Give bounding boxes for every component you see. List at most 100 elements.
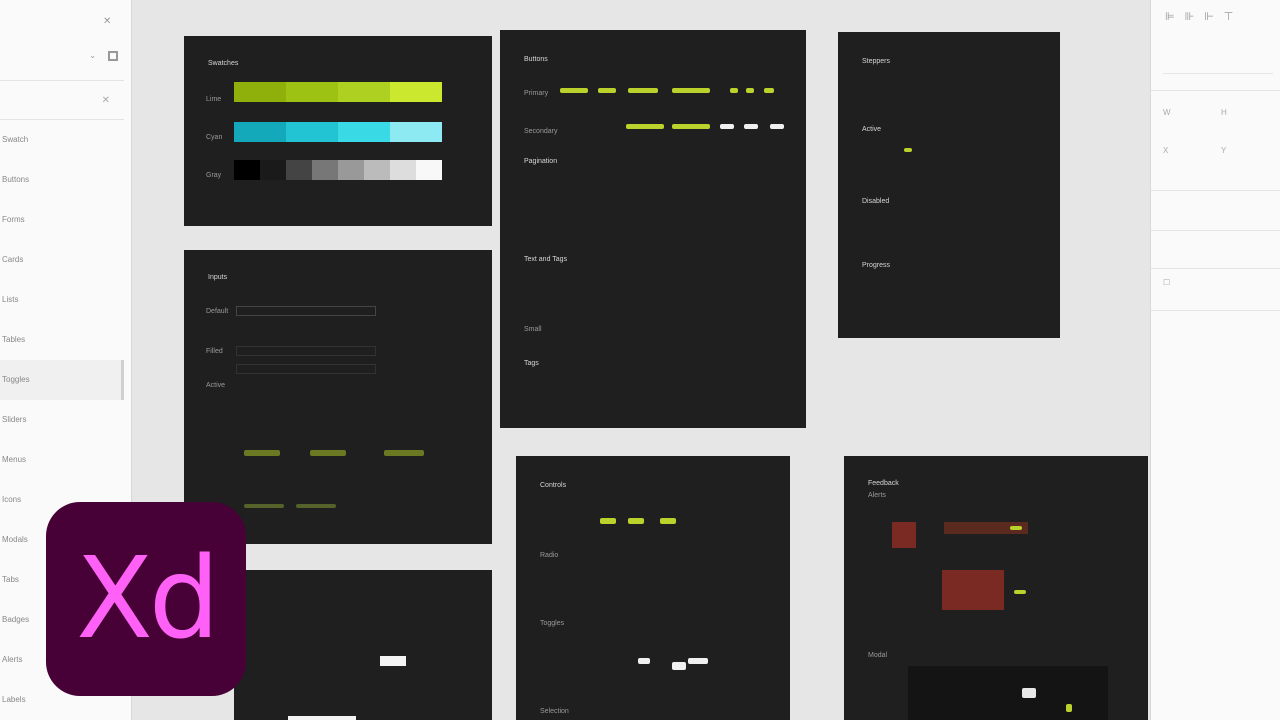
layer-item[interactable]: Buttons (0, 160, 124, 200)
section-label: Secondary (524, 128, 558, 135)
align-left-icon[interactable]: ⊫ (1165, 10, 1175, 23)
button-chip[interactable] (672, 88, 710, 93)
section-label: Primary (524, 90, 549, 97)
control-chip[interactable] (638, 658, 650, 664)
stepper-chip[interactable] (310, 450, 346, 456)
button-chip[interactable] (770, 124, 784, 129)
section-label: Active (206, 382, 226, 389)
layer-item[interactable]: Cards (0, 240, 124, 280)
control-chip[interactable] (688, 658, 708, 664)
toggle-chip[interactable] (628, 518, 644, 524)
layer-item[interactable]: Sliders (0, 400, 124, 440)
divider (1151, 230, 1280, 231)
section-title: Tags (524, 360, 539, 367)
divider (1151, 310, 1280, 311)
layer-item[interactable]: Swatch (0, 120, 124, 160)
button-chip[interactable] (626, 124, 664, 129)
button-chip[interactable] (672, 124, 710, 129)
row-label: Lime (206, 96, 222, 103)
alert-action[interactable] (1014, 590, 1026, 594)
divider (1151, 90, 1280, 91)
layer-item[interactable]: Menus (0, 440, 124, 480)
input-field[interactable] (236, 364, 376, 374)
stepper-chip[interactable] (244, 504, 284, 508)
layers-search[interactable]: ✕ (0, 80, 124, 120)
gray-swatch-row (234, 160, 442, 180)
modal-toggle[interactable] (1022, 688, 1036, 698)
section-label: Toggles (540, 620, 565, 627)
section-label: Alerts (868, 492, 886, 499)
artboard-title: Buttons (524, 56, 548, 63)
repeat-grid-button[interactable] (1163, 48, 1273, 74)
artboard-swatches[interactable]: Swatches Lime Cyan Gray (184, 36, 492, 226)
button-chip[interactable] (764, 88, 774, 93)
primary-button[interactable] (380, 656, 406, 666)
button-chip[interactable] (720, 124, 734, 129)
height-field[interactable]: H (1221, 108, 1280, 117)
button-bar[interactable] (288, 716, 356, 720)
input-field[interactable] (236, 306, 376, 316)
section-label: Small (524, 326, 542, 333)
artboard-title: Swatches (208, 60, 239, 67)
row-label: Gray (206, 172, 222, 179)
alert-panel[interactable] (942, 570, 1004, 610)
modal-indicator[interactable] (1066, 704, 1072, 712)
layer-item[interactable]: Tables (0, 320, 124, 360)
stepper-chip[interactable] (244, 450, 280, 456)
layer-item[interactable]: Forms (0, 200, 124, 240)
control-chip[interactable] (672, 662, 686, 670)
layer-item[interactable]: Lists (0, 280, 124, 320)
grid-icon[interactable] (108, 51, 118, 61)
checkbox-option[interactable]: ☐ (1163, 278, 1273, 287)
align-center-icon[interactable]: ⊪ (1185, 10, 1195, 23)
artboard-steppers[interactable]: Steppers Active Disabled Progress (838, 32, 1060, 338)
adobe-xd-logo: Xd (46, 502, 246, 696)
artboard-controls-bottom[interactable] (234, 570, 492, 720)
toggle-chip[interactable] (600, 518, 616, 524)
artboard-inputs[interactable]: Inputs Default Filled Active (184, 250, 492, 544)
row-label: Cyan (206, 134, 223, 141)
section-title: Progress (862, 262, 891, 269)
section-title: Active (862, 126, 882, 133)
toggle-chip[interactable] (660, 518, 676, 524)
artboard-title: Steppers (862, 58, 891, 65)
artboard-title: Feedback (868, 480, 899, 487)
page-dropdown[interactable]: ⌄ (0, 44, 132, 68)
button-chip[interactable] (746, 88, 754, 93)
align-top-icon[interactable]: ⊤ (1224, 10, 1234, 23)
section-title: Pagination (524, 158, 558, 165)
section-label: Selection (540, 708, 569, 715)
lime-swatch-row (234, 82, 442, 102)
chevron-down-icon[interactable]: ⌄ (89, 44, 96, 68)
alert-card[interactable] (892, 522, 916, 548)
artboard-controls[interactable]: Controls Radio Toggles Selection (516, 456, 790, 720)
modal-preview[interactable] (908, 666, 1108, 720)
stepper-chip[interactable] (296, 504, 336, 508)
section-label: Radio (540, 552, 559, 559)
button-chip[interactable] (628, 88, 658, 93)
section-label: Modal (868, 652, 888, 659)
artboard-buttons[interactable]: Buttons Primary Secondary Pagination Tex… (500, 30, 806, 428)
section-title: Text and Tags (524, 256, 568, 263)
align-right-icon[interactable]: ⊩ (1204, 10, 1214, 23)
section-title: Disabled (862, 198, 890, 205)
alert-action[interactable] (1010, 526, 1022, 530)
artboard-feedback[interactable]: Feedback Alerts Modal (844, 456, 1148, 720)
properties-panel: ⊫ ⊪ ⊩ ⊤ W H X Y ☐ (1150, 0, 1280, 720)
clear-search-icon[interactable]: ✕ (102, 95, 110, 106)
button-chip[interactable] (598, 88, 616, 93)
input-field[interactable] (236, 346, 376, 356)
artboard-title: Inputs (208, 274, 228, 281)
panel-close-icon[interactable]: ✕ (103, 16, 113, 27)
stepper-chip[interactable] (384, 450, 424, 456)
y-field[interactable]: Y (1221, 146, 1280, 155)
button-chip[interactable] (730, 88, 738, 93)
button-chip[interactable] (560, 88, 588, 93)
cyan-swatch-row (234, 122, 442, 142)
stepper-dot[interactable] (904, 148, 912, 152)
layer-item-selected[interactable]: Toggles (0, 360, 124, 400)
logo-text: Xd (76, 534, 220, 664)
button-chip[interactable] (744, 124, 758, 129)
section-label: Filled (206, 348, 223, 355)
divider (1151, 268, 1280, 269)
